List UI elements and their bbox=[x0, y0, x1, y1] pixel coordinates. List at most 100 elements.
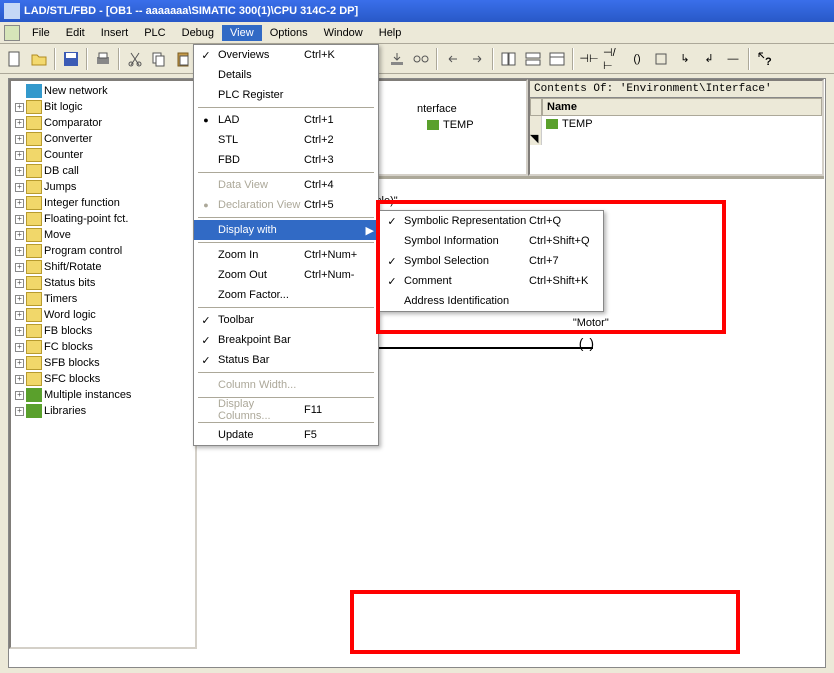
help-icon[interactable]: ? bbox=[754, 48, 776, 70]
coil-motor[interactable]: "Motor" ( ) bbox=[579, 335, 595, 351]
menu-plc[interactable]: PLC bbox=[136, 25, 173, 41]
branch-open-icon[interactable]: ↳ bbox=[674, 48, 696, 70]
expand-icon[interactable]: + bbox=[15, 103, 24, 112]
expand-icon[interactable]: + bbox=[15, 247, 24, 256]
tree-item[interactable]: +Comparator bbox=[13, 115, 193, 131]
mdi-child-icon[interactable] bbox=[4, 25, 20, 41]
tree-item[interactable]: +Multiple instances bbox=[13, 387, 193, 403]
overview-toggle-icon[interactable] bbox=[498, 48, 520, 70]
tree-item[interactable]: +Integer function bbox=[13, 195, 193, 211]
tree-item[interactable]: +Jumps bbox=[13, 179, 193, 195]
expand-icon[interactable]: + bbox=[15, 231, 24, 240]
expand-icon[interactable]: + bbox=[15, 119, 24, 128]
menu-insert[interactable]: Insert bbox=[93, 25, 137, 41]
menu-edit[interactable]: Edit bbox=[58, 25, 93, 41]
new-icon[interactable] bbox=[4, 48, 26, 70]
menu-item[interactable]: ✓Status Bar bbox=[194, 350, 378, 370]
menu-item[interactable]: ●LADCtrl+1 bbox=[194, 110, 378, 130]
temp-name[interactable]: TEMP bbox=[562, 118, 593, 130]
tree-item[interactable]: +Status bits bbox=[13, 275, 193, 291]
element-tree[interactable]: +New network+Bit logic+Comparator+Conver… bbox=[9, 79, 197, 649]
menu-view[interactable]: View bbox=[222, 25, 262, 41]
tree-item[interactable]: +Timers bbox=[13, 291, 193, 307]
tree-item[interactable]: +FB blocks bbox=[13, 323, 193, 339]
expand-icon[interactable]: + bbox=[15, 167, 24, 176]
open-contact-icon[interactable]: ⊣⊢ bbox=[578, 48, 600, 70]
menu-item[interactable]: Display with▶ bbox=[194, 220, 378, 240]
menu-item[interactable]: Address Identification bbox=[380, 291, 603, 311]
expand-icon[interactable]: + bbox=[15, 311, 24, 320]
menu-item[interactable]: STLCtrl+2 bbox=[194, 130, 378, 150]
tree-item[interactable]: +Word logic bbox=[13, 307, 193, 323]
menu-item[interactable]: ✓Symbolic RepresentationCtrl+Q bbox=[380, 211, 603, 231]
expand-icon[interactable]: + bbox=[15, 391, 24, 400]
closed-contact-icon[interactable]: ⊣/⊢ bbox=[602, 48, 624, 70]
expand-icon[interactable]: + bbox=[15, 375, 24, 384]
menu-item[interactable]: ✓Breakpoint Bar bbox=[194, 330, 378, 350]
tree-item[interactable]: +DB call bbox=[13, 163, 193, 179]
tree-item[interactable]: +Converter bbox=[13, 131, 193, 147]
tree-item[interactable]: +Floating-point fct. bbox=[13, 211, 193, 227]
menu-item[interactable]: UpdateF5 bbox=[194, 425, 378, 445]
expand-icon[interactable]: + bbox=[15, 359, 24, 368]
tree-item[interactable]: +Move bbox=[13, 227, 193, 243]
branch-close-icon[interactable]: ↲ bbox=[698, 48, 720, 70]
paste-icon[interactable] bbox=[172, 48, 194, 70]
menu-item[interactable]: PLC Register bbox=[194, 85, 378, 105]
tree-item[interactable]: +Counter bbox=[13, 147, 193, 163]
copy-icon[interactable] bbox=[148, 48, 170, 70]
download-icon[interactable] bbox=[386, 48, 408, 70]
interface-contents[interactable]: Contents Of: 'Environment\Interface' Nam… bbox=[528, 79, 824, 176]
expand-icon[interactable]: + bbox=[15, 135, 24, 144]
expand-icon[interactable]: + bbox=[15, 263, 24, 272]
tree-item[interactable]: +Shift/Rotate bbox=[13, 259, 193, 275]
view-menu-dropdown[interactable]: ✓OverviewsCtrl+KDetailsPLC Register ●LADC… bbox=[193, 44, 379, 446]
expand-icon[interactable]: + bbox=[15, 295, 24, 304]
expand-icon[interactable]: + bbox=[15, 183, 24, 192]
display-with-submenu[interactable]: ✓Symbolic RepresentationCtrl+QSymbol Inf… bbox=[379, 210, 604, 312]
open-icon[interactable] bbox=[28, 48, 50, 70]
expand-icon[interactable]: + bbox=[15, 279, 24, 288]
menu-window[interactable]: Window bbox=[316, 25, 371, 41]
expand-icon[interactable]: + bbox=[15, 407, 24, 416]
tree-item[interactable]: +Bit logic bbox=[13, 99, 193, 115]
nav-right-icon[interactable] bbox=[466, 48, 488, 70]
box-icon[interactable] bbox=[650, 48, 672, 70]
menu-item[interactable]: Zoom OutCtrl+Num- bbox=[194, 265, 378, 285]
tree-item[interactable]: +FC blocks bbox=[13, 339, 193, 355]
detail-toggle-icon[interactable] bbox=[522, 48, 544, 70]
name-column-header[interactable]: Name bbox=[542, 98, 822, 116]
save-icon[interactable] bbox=[60, 48, 82, 70]
menu-file[interactable]: File bbox=[24, 25, 58, 41]
expand-icon[interactable]: + bbox=[15, 215, 24, 224]
menu-item[interactable]: ✓CommentCtrl+Shift+K bbox=[380, 271, 603, 291]
expand-icon[interactable]: + bbox=[15, 343, 24, 352]
menu-debug[interactable]: Debug bbox=[174, 25, 222, 41]
menu-item[interactable]: FBDCtrl+3 bbox=[194, 150, 378, 170]
expand-icon[interactable]: + bbox=[15, 151, 24, 160]
interface-temp[interactable]: TEMP bbox=[443, 119, 474, 131]
menu-item[interactable]: ✓Symbol SelectionCtrl+7 bbox=[380, 251, 603, 271]
menu-options[interactable]: Options bbox=[262, 25, 316, 41]
nav-left-icon[interactable] bbox=[442, 48, 464, 70]
menu-help[interactable]: Help bbox=[371, 25, 410, 41]
menu-item[interactable]: Details bbox=[194, 65, 378, 85]
menu-item[interactable]: ✓OverviewsCtrl+K bbox=[194, 45, 378, 65]
menu-item[interactable]: Zoom Factor... bbox=[194, 285, 378, 305]
menu-item[interactable]: ✓Toolbar bbox=[194, 310, 378, 330]
menu-item[interactable]: Symbol InformationCtrl+Shift+Q bbox=[380, 231, 603, 251]
tree-item[interactable]: +New network bbox=[13, 83, 193, 99]
tree-item[interactable]: +Libraries bbox=[13, 403, 193, 419]
register-toggle-icon[interactable] bbox=[546, 48, 568, 70]
tree-item[interactable]: +SFB blocks bbox=[13, 355, 193, 371]
tree-item[interactable]: +SFC blocks bbox=[13, 371, 193, 387]
cut-icon[interactable] bbox=[124, 48, 146, 70]
expand-icon[interactable]: + bbox=[15, 199, 24, 208]
monitor-icon[interactable] bbox=[410, 48, 432, 70]
tree-item[interactable]: +Program control bbox=[13, 243, 193, 259]
expand-icon[interactable]: + bbox=[15, 327, 24, 336]
menu-item[interactable]: Zoom InCtrl+Num+ bbox=[194, 245, 378, 265]
print-icon[interactable] bbox=[92, 48, 114, 70]
connect-icon[interactable]: — bbox=[722, 48, 744, 70]
coil-icon[interactable]: () bbox=[626, 48, 648, 70]
